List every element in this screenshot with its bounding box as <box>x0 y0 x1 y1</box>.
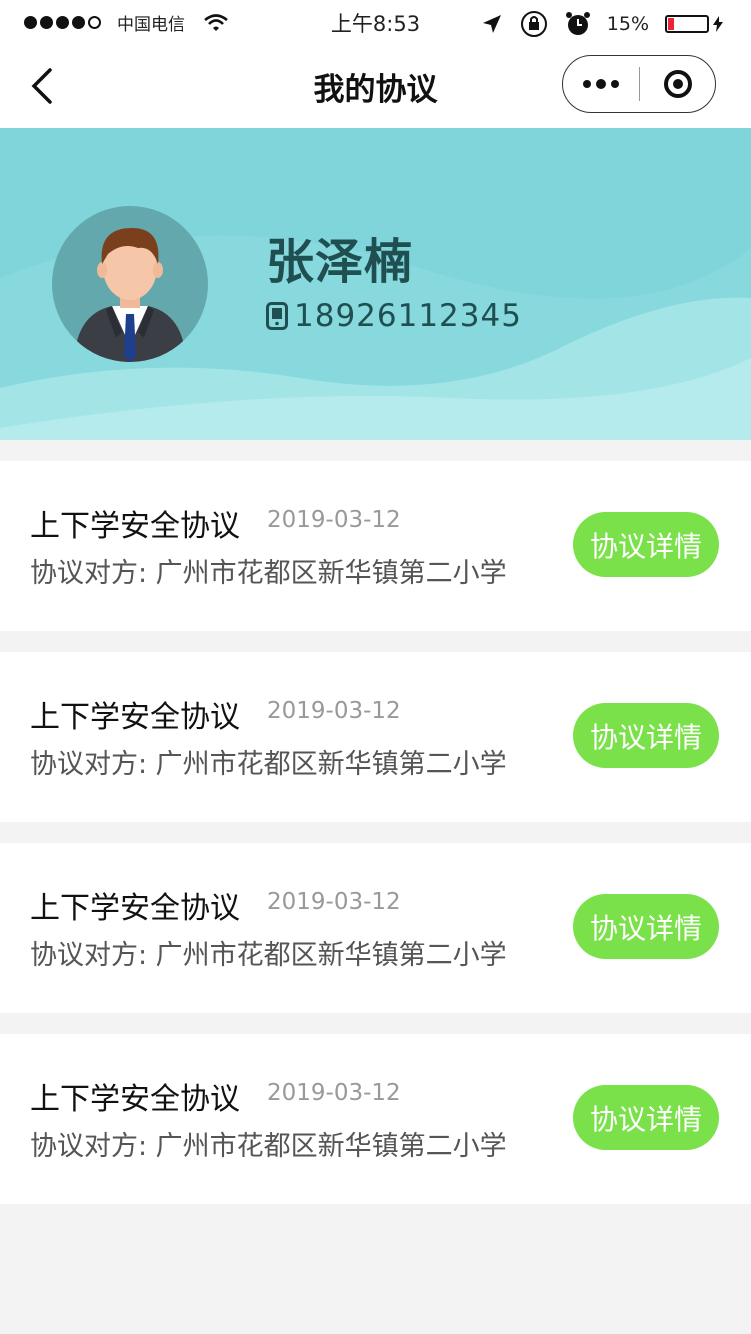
battery-percent: 15% <box>606 13 649 35</box>
profile-header: 张泽楠 18926112345 <box>0 128 751 440</box>
agreement-date: 2019-03-12 <box>267 698 401 724</box>
agreement-detail-button[interactable]: 协议详情 <box>573 1085 719 1150</box>
avatar <box>52 206 208 362</box>
agreement-detail-button[interactable]: 协议详情 <box>573 512 719 577</box>
agreement-card: 上下学安全协议 2019-03-12 协议对方: 广州市花都区新华镇第二小学 协… <box>0 1034 751 1204</box>
agreement-card: 上下学安全协议 2019-03-12 协议对方: 广州市花都区新华镇第二小学 协… <box>0 652 751 822</box>
location-arrow-icon <box>482 15 501 33</box>
mobile-phone-icon <box>266 302 288 330</box>
agreement-title: 上下学安全协议 <box>30 509 240 544</box>
phone-row: 18926112345 <box>266 298 522 334</box>
orientation-lock-icon <box>520 11 547 37</box>
more-dots-icon[interactable] <box>563 56 639 112</box>
agreement-date: 2019-03-12 <box>267 889 401 915</box>
agreement-title: 上下学安全协议 <box>30 891 240 926</box>
user-name: 张泽楠 <box>266 234 414 290</box>
agreement-party: 协议对方: 广州市花都区新华镇第二小学 <box>30 749 507 780</box>
agreement-party: 协议对方: 广州市花都区新华镇第二小学 <box>30 558 507 589</box>
agreement-detail-button[interactable]: 协议详情 <box>573 894 719 959</box>
agreement-party: 协议对方: 广州市花都区新华镇第二小学 <box>30 1131 507 1162</box>
phone-number: 18926112345 <box>294 298 522 334</box>
agreement-date: 2019-03-12 <box>267 1080 401 1106</box>
agreement-party: 协议对方: 广州市花都区新华镇第二小学 <box>30 940 507 971</box>
status-bar: 中国电信 上午8:53 15% <box>0 0 751 44</box>
alarm-icon <box>565 12 590 35</box>
target-close-icon[interactable] <box>640 56 715 112</box>
agreement-card: 上下学安全协议 2019-03-12 协议对方: 广州市花都区新华镇第二小学 协… <box>0 843 751 1013</box>
nav-bar: 我的协议 <box>0 44 751 128</box>
status-right: 15% <box>481 9 723 39</box>
mini-program-capsule <box>562 55 716 113</box>
battery-icon <box>665 15 709 33</box>
agreement-card: 上下学安全协议 2019-03-12 协议对方: 广州市花都区新华镇第二小学 协… <box>0 461 751 631</box>
agreement-detail-button[interactable]: 协议详情 <box>573 703 719 768</box>
agreement-title: 上下学安全协议 <box>30 700 240 735</box>
agreement-title: 上下学安全协议 <box>30 1082 240 1117</box>
agreement-date: 2019-03-12 <box>267 507 401 533</box>
charging-icon <box>713 16 723 32</box>
